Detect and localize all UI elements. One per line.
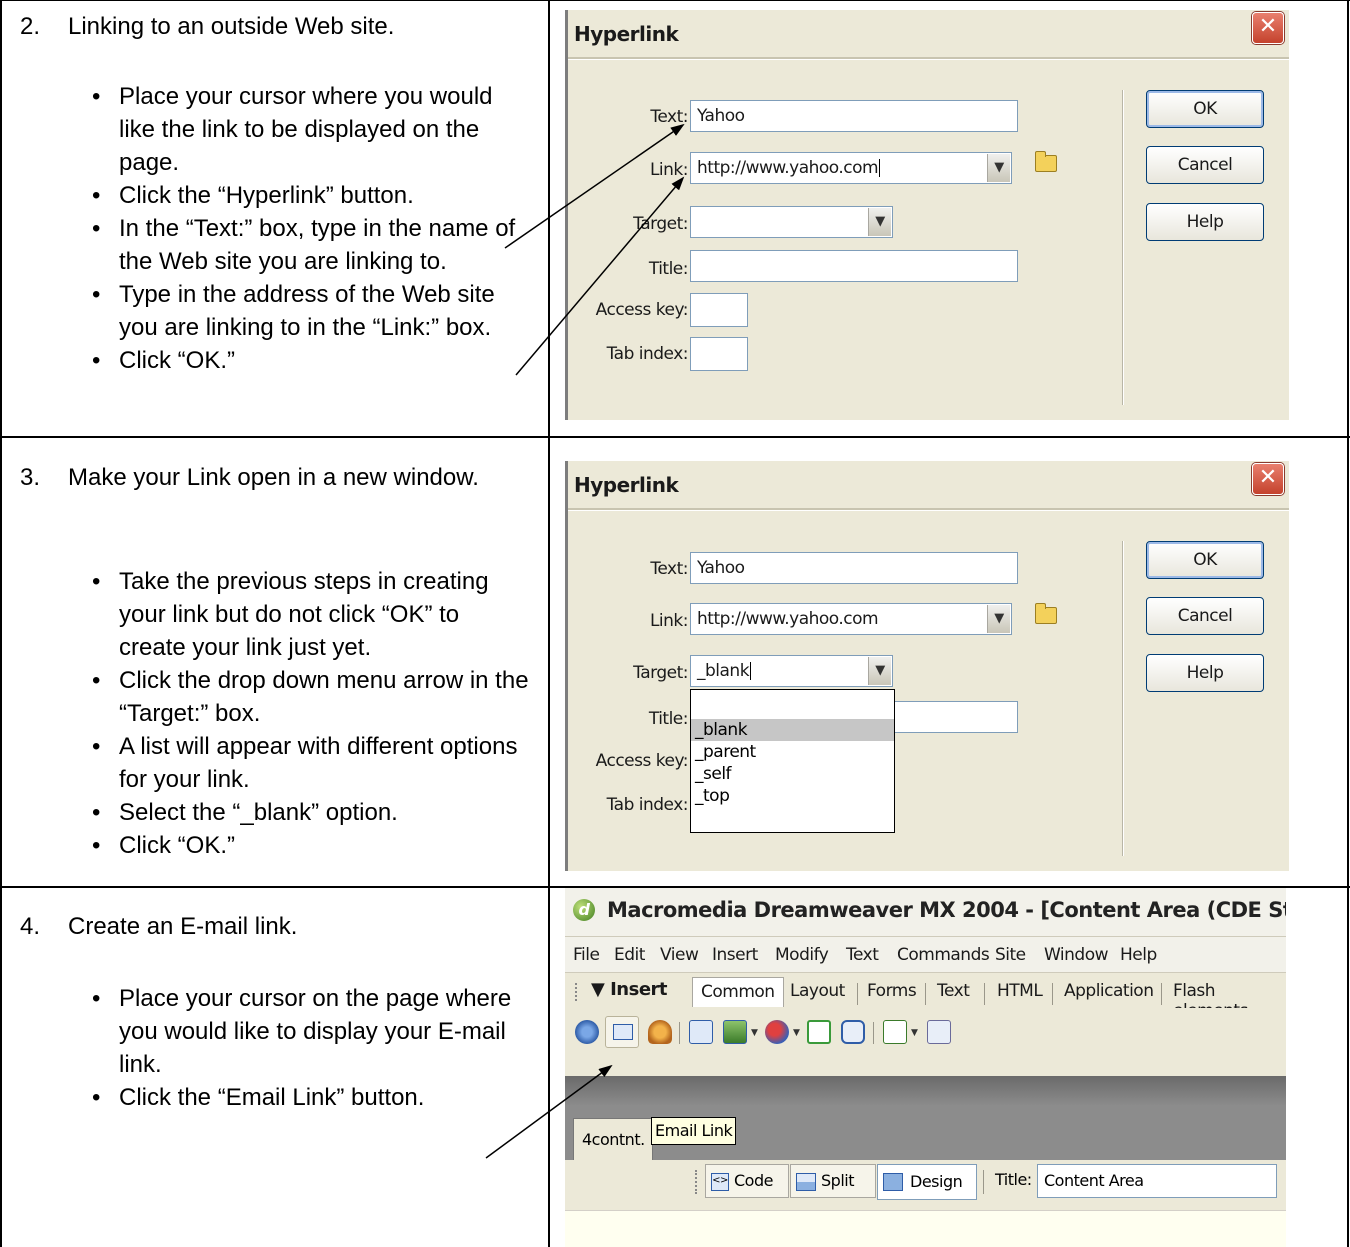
arrow-to-email-link-button	[485, 1064, 613, 1159]
arrow-to-text-field	[504, 123, 685, 249]
annotation-arrows	[485, 123, 685, 1159]
arrow-to-link-field	[515, 176, 685, 376]
